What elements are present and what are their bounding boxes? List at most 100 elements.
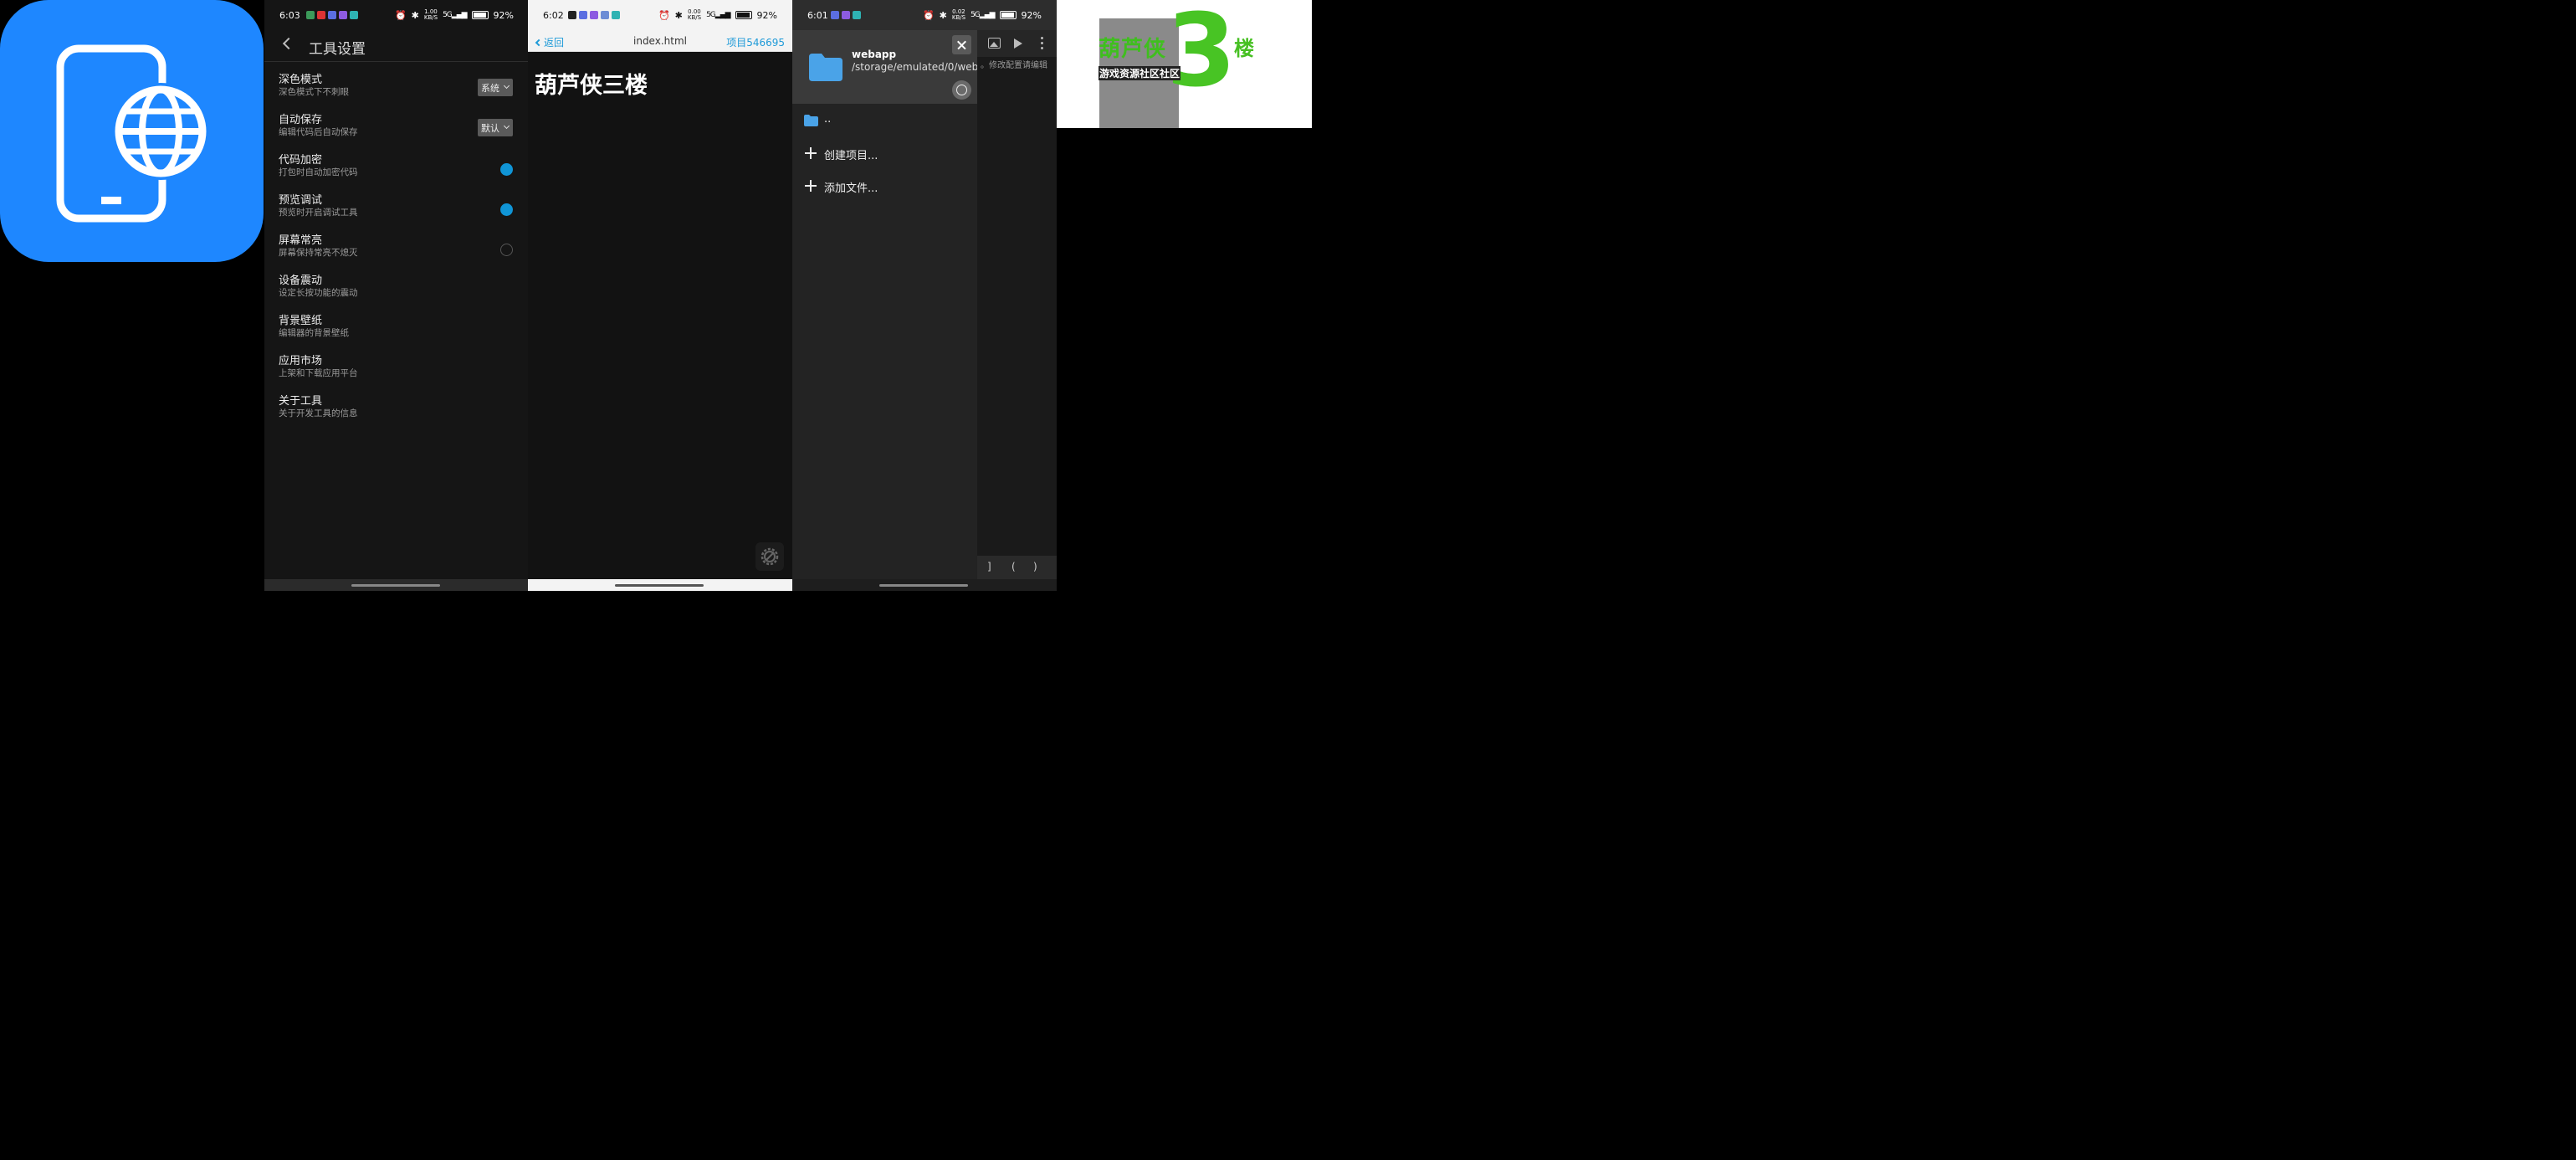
status-time: 6:01 <box>807 10 828 21</box>
bluetooth-icon: ✱ <box>939 9 947 21</box>
setting-screen-on[interactable]: 屏幕常亮 屏幕保持常亮不熄灭 <box>264 231 528 269</box>
net-speed: 1.00 KB/S <box>423 8 438 21</box>
setting-subtitle: 关于开发工具的信息 <box>279 408 358 418</box>
folder-path: /storage/emulated/0/webapp <box>852 61 997 73</box>
add-file-item[interactable]: 添加文件... <box>792 173 977 200</box>
setting-title: 应用市场 <box>279 355 323 367</box>
alarm-icon: ⏰ <box>922 9 935 21</box>
setting-title: 预览调试 <box>279 194 323 207</box>
file-browser-screen: 6:01 ⏰ ✱ 0.02 KB/S 5G▂▄▆ 92% webapp /stor… <box>792 0 1057 591</box>
notification-icons <box>831 11 861 19</box>
setting-wallpaper[interactable]: 背景壁纸 编辑器的背景壁纸 <box>264 311 528 350</box>
plus-icon <box>805 147 817 159</box>
symbol-key[interactable]: ( <box>1011 561 1016 572</box>
setting-subtitle: 深色模式下不刺眼 <box>279 87 349 97</box>
setting-preview-debug[interactable]: 预览调试 预览时开启调试工具 <box>264 191 528 229</box>
editor-pane: 。修改配置请编辑 ] ( ) <box>977 30 1057 579</box>
battery-icon <box>999 11 1017 19</box>
alarm-icon: ⏰ <box>658 9 670 21</box>
status-right: ⏰ ✱ 0.00 KB/S 5G▂▄▆ 92% <box>658 9 777 21</box>
preview-debug-radio[interactable] <box>500 203 513 216</box>
setting-auto-save[interactable]: 自动保存 编辑代码后自动保存 默认 <box>264 110 528 149</box>
community-logo: 3 葫芦侠 楼 游戏资源社区社区 <box>1057 0 1312 128</box>
auto-save-select[interactable]: 默认 <box>478 119 513 136</box>
signal-icon: 5G▂▄▆ <box>970 11 995 19</box>
setting-code-encrypt[interactable]: 代码加密 打包时自动加密代码 <box>264 151 528 189</box>
status-right: ⏰ ✱ 1.00 KB/S 5G▂▄▆ 92% <box>395 9 514 21</box>
signal-icon: 5G▂▄▆ <box>706 11 730 19</box>
logo-tagline: 游戏资源社区社区 <box>1099 66 1181 80</box>
symbol-key[interactable]: ) <box>1033 561 1037 572</box>
logo-number: 3 <box>1166 0 1237 110</box>
setting-subtitle: 上架和下载应用平台 <box>279 368 358 378</box>
logo-text-tail: 楼 <box>1234 37 1254 60</box>
preview-heading: 葫芦侠三楼 <box>535 73 648 99</box>
list-item-label: 添加文件... <box>824 182 878 195</box>
play-icon[interactable] <box>1014 38 1022 49</box>
battery-icon <box>735 11 752 19</box>
net-speed: 0.00 KB/S <box>687 8 702 21</box>
debug-settings-button[interactable] <box>755 542 784 571</box>
setting-subtitle: 打包时自动加密代码 <box>279 167 358 177</box>
drawer-header: webapp /storage/emulated/0/webapp <box>792 30 997 104</box>
back-arrow-icon[interactable] <box>282 37 295 50</box>
screen-on-radio[interactable] <box>500 244 513 256</box>
close-icon[interactable] <box>952 35 971 54</box>
folder-name: webapp <box>852 49 897 60</box>
signal-icon: 5G▂▄▆ <box>443 11 467 19</box>
folder-icon <box>809 54 842 81</box>
setting-title: 自动保存 <box>279 114 323 126</box>
net-speed: 0.02 KB/S <box>951 8 966 21</box>
bluetooth-icon: ✱ <box>674 9 683 21</box>
dark-mode-select[interactable]: 系统 <box>478 79 513 96</box>
editor-toolbar <box>977 30 1057 57</box>
settings-screen: 6:03 ⏰ ✱ 1.00 KB/S 5G▂▄▆ 92% 工具设置 深色模式 深色… <box>264 0 529 591</box>
status-bar: 6:02 ⏰ ✱ 0.00 KB/S 5G▂▄▆ 92% <box>528 0 792 30</box>
battery-level: 92% <box>1021 9 1042 21</box>
code-encrypt-radio[interactable] <box>500 163 513 176</box>
list-item-label: 创建项目... <box>824 150 878 162</box>
gesture-bar[interactable] <box>264 579 528 591</box>
image-icon[interactable] <box>988 38 1001 49</box>
setting-dark-mode[interactable]: 深色模式 深色模式下不刺眼 系统 <box>264 70 528 109</box>
logo-text: 葫芦侠 <box>1099 37 1167 62</box>
battery-level: 92% <box>493 9 514 21</box>
setting-subtitle: 设定长按功能的震动 <box>279 288 358 298</box>
back-button[interactable]: 返回 <box>535 35 564 49</box>
setting-vibration[interactable]: 设备震动 设定长按功能的震动 <box>264 271 528 310</box>
setting-title: 背景壁纸 <box>279 315 323 327</box>
gesture-bar[interactable] <box>528 579 792 591</box>
setting-title: 关于工具 <box>279 395 323 408</box>
app-icon <box>0 0 264 262</box>
symbol-bar: ] ( ) <box>977 556 1057 579</box>
setting-subtitle: 编辑器的背景壁纸 <box>279 328 349 338</box>
setting-title: 代码加密 <box>279 154 323 167</box>
setting-app-market[interactable]: 应用市场 上架和下载应用平台 <box>264 352 528 390</box>
setting-about[interactable]: 关于工具 关于开发工具的信息 <box>264 392 528 430</box>
setting-subtitle: 屏幕保持常亮不熄灭 <box>279 248 358 258</box>
list-item-parent[interactable]: .. <box>792 107 977 134</box>
status-bar: 6:03 ⏰ ✱ 1.00 KB/S 5G▂▄▆ 92% <box>264 0 529 30</box>
palette-icon[interactable] <box>952 80 971 100</box>
alarm-icon: ⏰ <box>394 9 407 21</box>
status-right: ⏰ ✱ 0.02 KB/S 5G▂▄▆ 92% <box>923 9 1042 21</box>
plus-icon <box>805 180 817 192</box>
status-time: 6:02 <box>543 10 564 21</box>
create-project-item[interactable]: 创建项目... <box>792 141 977 167</box>
folder-icon <box>804 115 818 126</box>
project-link[interactable]: 项目546695 <box>726 35 785 49</box>
bluetooth-icon: ✱ <box>411 9 419 21</box>
page-title: 工具设置 <box>309 41 366 58</box>
gesture-bar[interactable] <box>792 579 1057 591</box>
gear-icon <box>761 547 779 566</box>
editor-text[interactable]: 。修改配置请编辑 <box>981 58 1047 70</box>
list-item-label: .. <box>824 113 832 126</box>
battery-level: 92% <box>756 9 777 21</box>
notification-icons <box>568 11 620 19</box>
setting-subtitle: 编辑代码后自动保存 <box>279 127 358 137</box>
preview-screen: 6:02 ⏰ ✱ 0.00 KB/S 5G▂▄▆ 92% index.html 返… <box>528 0 792 591</box>
setting-title: 屏幕常亮 <box>279 234 323 247</box>
more-vertical-icon[interactable] <box>1041 37 1044 50</box>
symbol-key[interactable]: ] <box>987 561 991 572</box>
setting-title: 深色模式 <box>279 74 323 86</box>
